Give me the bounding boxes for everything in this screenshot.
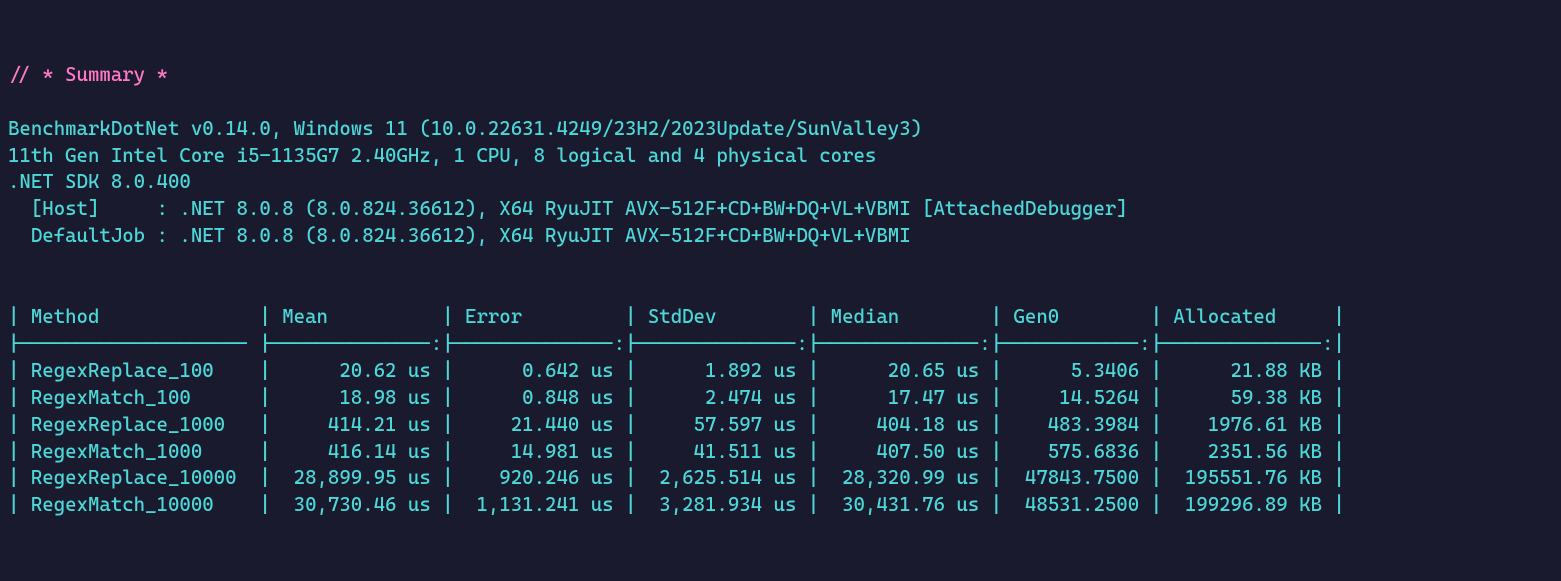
- benchmark-table: | Method | Mean | Error | StdDev | Media…: [8, 305, 1345, 516]
- env-line-2: 11th Gen Intel Core i5-1135G7 2.40GHz, 1…: [8, 144, 876, 167]
- summary-comment: // * Summary *: [8, 63, 168, 86]
- env-line-1: BenchmarkDotNet v0.14.0, Windows 11 (10.…: [8, 117, 922, 140]
- env-line-4: [Host] : .NET 8.0.8 (8.0.824.36612), X64…: [8, 197, 1128, 220]
- env-line-5: DefaultJob : .NET 8.0.8 (8.0.824.36612),…: [8, 224, 911, 247]
- env-line-3: .NET SDK 8.0.400: [8, 170, 191, 193]
